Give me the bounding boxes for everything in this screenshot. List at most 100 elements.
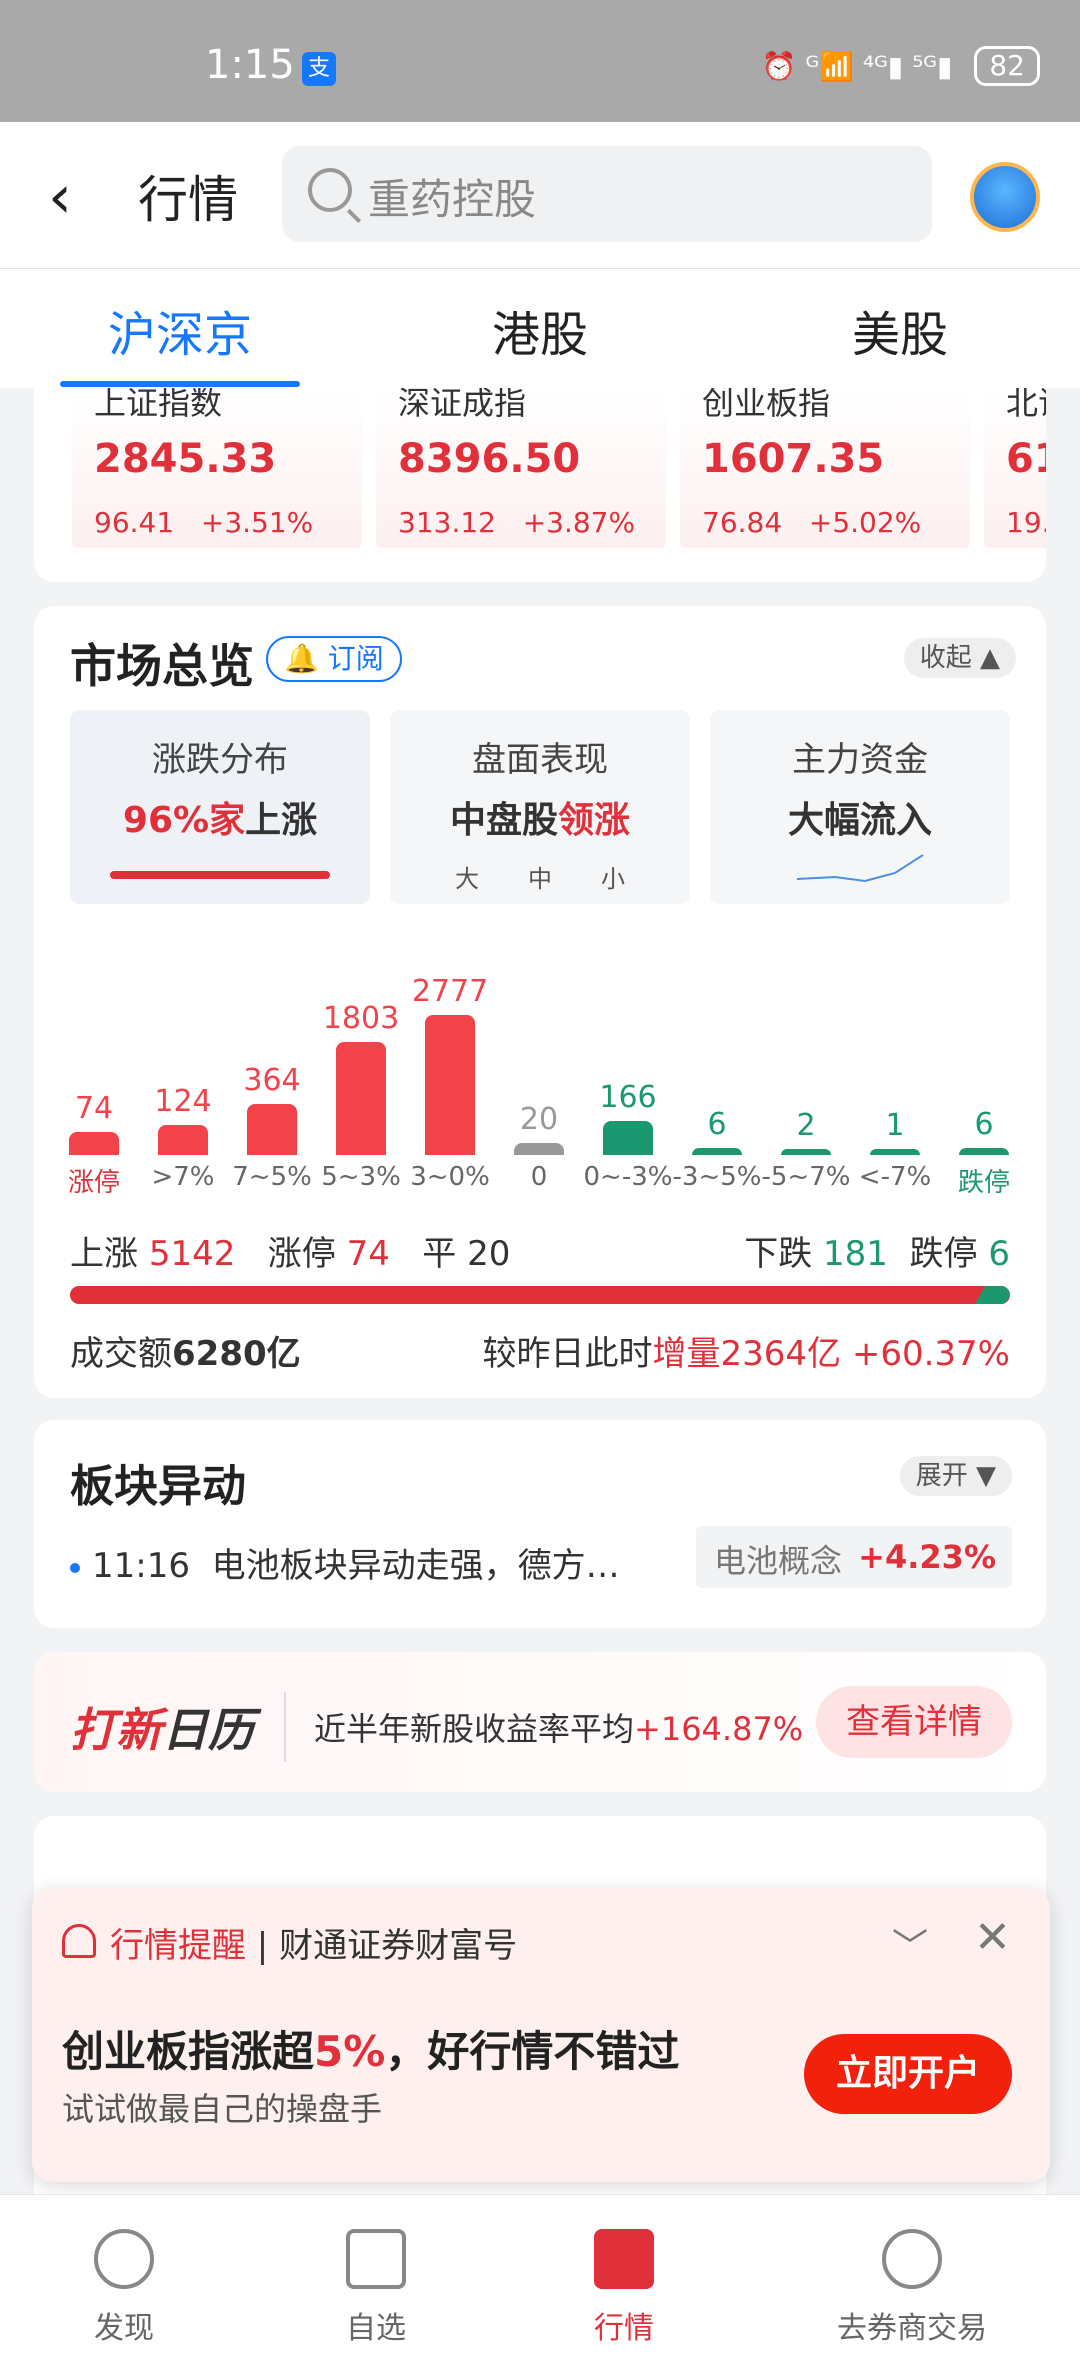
sector-tag-pct: +4.23% xyxy=(858,1538,996,1576)
bar-category-label: 7~5% xyxy=(232,1162,312,1192)
index-change: 96.41 +3.51% xyxy=(94,506,314,539)
ratio-bar-green xyxy=(974,1286,1010,1304)
index-card-sz[interactable]: 深证成指 8396.50 313.12 +3.87% xyxy=(376,388,666,548)
index-card-sh[interactable]: 上证指数 2845.33 96.41 +3.51% xyxy=(72,388,362,548)
sector-tag[interactable]: 电池概念 +4.23% xyxy=(696,1526,1012,1588)
status-icons: ⏰ ᴳ📶 ⁴ᴳ▮ ⁵ᴳ▮ 82 xyxy=(762,46,1040,86)
index-name: 深证成指 xyxy=(398,388,527,422)
tab-shenzhen-shanghai[interactable]: 沪深京 xyxy=(108,295,252,365)
index-change: 313.12 +3.87% xyxy=(398,506,636,539)
mini-card-performance[interactable]: 盘面表现 中盘股领涨 大中小 xyxy=(390,710,690,904)
rise-fall-ratio-bar xyxy=(70,1286,1010,1304)
bottom-navigation: 发现 自选 行情 去券商交易 xyxy=(0,2194,1080,2376)
bar-value-label: 20 xyxy=(519,1102,559,1138)
index-value: 2845.33 xyxy=(94,436,277,482)
index-card-cyb[interactable]: 创业板指 1607.35 76.84 +5.02% xyxy=(680,388,970,548)
bar-rect xyxy=(247,1104,297,1155)
nav-discover[interactable]: 发现 xyxy=(44,2229,204,2347)
broker-trade-icon xyxy=(882,2229,942,2289)
compass-icon xyxy=(94,2229,154,2289)
bar-4: 2777 xyxy=(410,974,490,1155)
bar-category-label: 0 xyxy=(530,1162,548,1192)
bar-value-label: 166 xyxy=(599,1079,657,1115)
market-chart-icon xyxy=(594,2229,654,2289)
signal-icons: ⏰ ᴳ📶 ⁴ᴳ▮ ⁵ᴳ▮ xyxy=(761,49,953,83)
bar-category-label: >7% xyxy=(151,1162,215,1192)
distribution-mini-bar xyxy=(110,871,330,879)
ipo-calendar-card[interactable]: 打新日历 近半年新股收益率平均+164.87% 查看详情 xyxy=(34,1652,1046,1792)
battery-indicator: 82 xyxy=(974,46,1040,86)
status-time: 1:15 xyxy=(205,42,295,88)
nav-broker-trade[interactable]: 去券商交易 xyxy=(832,2229,992,2347)
bar-9: 1 xyxy=(855,1108,935,1155)
bar-3: 1803 xyxy=(321,1001,401,1155)
index-value: 8396.50 xyxy=(398,436,581,482)
bar-value-label: 1803 xyxy=(322,1001,400,1037)
assistant-avatar-icon[interactable] xyxy=(970,162,1040,232)
search-input[interactable]: 重药控股 xyxy=(282,146,932,242)
market-alert-popup: 行情提醒 | 财通证券财富号 ﹀ ✕ 创业板指涨超5%，好行情不错过 试试做最自… xyxy=(32,1888,1050,2182)
sector-news-item[interactable]: 11:16 电池板块异动走强，德方… xyxy=(70,1538,620,1587)
market-overview-card: 市场总览 🔔 订阅 收起 ▲ 涨跌分布 96%家上涨 盘面表现 中盘股领涨 大中… xyxy=(34,606,1046,1398)
bar-value-label: 124 xyxy=(154,1084,212,1120)
bar-6: 166 xyxy=(588,1080,668,1155)
alert-headline: 创业板指涨超5%，好行情不错过 xyxy=(62,2027,680,2076)
nav-market[interactable]: 行情 xyxy=(544,2229,704,2347)
collapse-button[interactable]: 收起 ▲ xyxy=(903,638,1016,678)
bar-rect xyxy=(336,1042,386,1155)
tab-us-stocks[interactable]: 美股 xyxy=(852,295,948,365)
sector-movement-card: 板块异动 展开 ▼ 11:16 电池板块异动走强，德方… 电池概念 +4.23% xyxy=(34,1420,1046,1628)
divider xyxy=(284,1692,286,1762)
mini-card-capital[interactable]: 主力资金 大幅流入 xyxy=(710,710,1010,904)
mini-card-title: 涨跌分布 xyxy=(152,740,288,780)
expand-button[interactable]: 展开 ▼ xyxy=(899,1456,1012,1496)
alert-subtext: 试试做最自己的操盘手 xyxy=(62,2090,383,2128)
search-placeholder: 重药控股 xyxy=(368,175,537,224)
bar-category-label: 涨停 xyxy=(67,1168,120,1198)
bar-rect xyxy=(514,1143,564,1155)
bar-rect xyxy=(603,1120,653,1155)
active-tab-indicator xyxy=(60,381,300,387)
market-tabs: 沪深京 港股 美股 xyxy=(0,268,1080,388)
top-header: ‹ 行情 重药控股 xyxy=(0,122,1080,268)
mini-card-title: 盘面表现 xyxy=(472,740,608,780)
rise-fall-distribution-chart: 74 涨停 124 >7% 364 7~5% 1803 5~3% 2777 3~0% 20 0 166 0… xyxy=(34,974,1046,1206)
bar-rect xyxy=(158,1125,208,1155)
bar-rect xyxy=(959,1148,1009,1155)
subscribe-button[interactable]: 🔔 订阅 xyxy=(266,636,402,682)
index-change: 19. xyxy=(1006,506,1046,539)
add-watchlist-icon xyxy=(346,2229,406,2289)
bar-rect xyxy=(425,1015,475,1155)
bar-value-label: 74 xyxy=(74,1091,114,1127)
bar-7: 6 xyxy=(677,1107,757,1155)
close-icon[interactable]: ✕ xyxy=(974,1912,1011,1963)
bar-category-label: 跌停 xyxy=(957,1168,1010,1198)
bar-rect xyxy=(781,1149,831,1155)
nav-watchlist[interactable]: 自选 xyxy=(296,2229,456,2347)
bar-category-label: 5~3% xyxy=(321,1162,401,1192)
bullet-icon xyxy=(70,1562,80,1573)
chevron-down-icon[interactable]: ﹀ xyxy=(892,1918,928,1970)
bar-rect xyxy=(870,1149,920,1155)
overview-title: 市场总览 xyxy=(70,639,254,693)
status-bar: 1:15 支 ⏰ ᴳ📶 ⁴ᴳ▮ ⁵ᴳ▮ 82 xyxy=(0,0,1080,122)
open-account-button[interactable]: 立即开户 xyxy=(804,2034,1012,2114)
index-name: 创业板指 xyxy=(702,388,831,422)
ipo-description: 近半年新股收益率平均+164.87% xyxy=(314,1710,804,1748)
bar-2: 364 xyxy=(232,1063,312,1155)
view-details-button[interactable]: 查看详情 xyxy=(816,1686,1012,1758)
index-value: 1607.35 xyxy=(702,436,885,482)
index-name: 上证指数 xyxy=(94,388,223,422)
bar-value-label: 6 xyxy=(974,1107,994,1143)
bar-1: 124 xyxy=(143,1084,223,1155)
bar-category-label: <-7% xyxy=(858,1162,932,1192)
sector-tag-name: 电池概念 xyxy=(714,1542,843,1580)
bar-category-label: 0~-3% xyxy=(583,1162,673,1192)
mini-card-distribution[interactable]: 涨跌分布 96%家上涨 xyxy=(70,710,370,904)
tab-hk-stocks[interactable]: 港股 xyxy=(492,295,588,365)
back-arrow-icon[interactable]: ‹ xyxy=(48,162,72,232)
mini-card-value: 大幅流入 xyxy=(787,800,932,841)
mini-card-value: 96%家上涨 xyxy=(122,800,318,841)
index-card-bz[interactable]: 北证 61 19. xyxy=(984,388,1046,548)
sector-title: 板块异动 xyxy=(70,1461,246,1512)
